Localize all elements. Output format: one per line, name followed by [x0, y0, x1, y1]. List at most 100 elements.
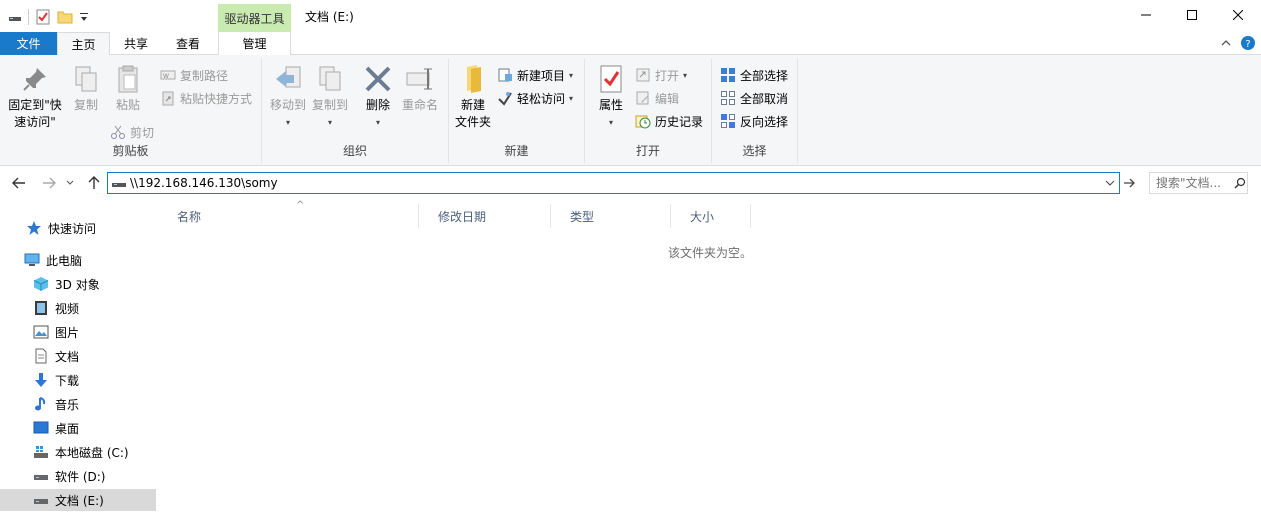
recent-locations-button[interactable]	[64, 175, 76, 191]
column-header-name[interactable]: ^ 名称	[158, 200, 419, 228]
desktop-icon	[33, 421, 49, 434]
search-box[interactable]	[1149, 172, 1248, 194]
search-icon	[1234, 177, 1246, 189]
cube-3d-icon	[33, 277, 49, 291]
copy-to-button[interactable]: 复制到 ▾	[308, 63, 352, 131]
address-input[interactable]	[130, 174, 1090, 192]
qat-dropdown-icon[interactable]	[79, 10, 89, 24]
nav-label-drive-e: 文档 (E:)	[55, 493, 104, 508]
copy-label: 复制	[73, 98, 98, 112]
easy-access-button[interactable]: 轻松访问 ▾	[497, 88, 573, 108]
go-button[interactable]	[1121, 172, 1139, 194]
search-input[interactable]	[1156, 176, 1234, 190]
empty-folder-message: 该文件夹为空。	[668, 246, 753, 260]
back-button[interactable]	[10, 175, 28, 191]
tab-manage[interactable]: 管理	[218, 32, 291, 55]
maximize-icon	[1187, 10, 1197, 20]
minimize-button[interactable]	[1123, 0, 1169, 30]
computer-icon	[24, 253, 40, 266]
paste-button[interactable]: 粘贴	[110, 63, 146, 114]
delete-x-icon	[365, 66, 391, 92]
up-arrow-icon	[88, 176, 100, 189]
rename-button[interactable]: 重命名	[398, 63, 442, 114]
edit-label: 编辑	[655, 91, 680, 106]
nav-item-drive-e[interactable]: 文档 (E:)	[0, 489, 156, 511]
edit-button[interactable]: 编辑	[635, 88, 679, 108]
maximize-button[interactable]	[1169, 0, 1215, 30]
properties-icon	[600, 65, 622, 93]
select-all-button[interactable]: 全部选择	[720, 65, 788, 85]
nav-label-drive-d: 软件 (D:)	[55, 469, 106, 484]
column-header-type-label: 类型	[570, 209, 595, 224]
copy-path-button[interactable]: W 复制路径	[160, 65, 228, 85]
up-button[interactable]	[85, 175, 103, 191]
move-to-label: 移动到	[269, 98, 306, 112]
open-button[interactable]: 打开 ▾	[635, 65, 687, 85]
new-group: 新建 文件夹 新建项目 ▾ 轻松访问 ▾ 新建	[449, 59, 585, 163]
chevron-down-icon	[66, 180, 74, 185]
cut-label: 剪切	[130, 125, 155, 140]
tab-file[interactable]: 文件	[0, 32, 57, 55]
move-to-caret: ▾	[285, 118, 290, 127]
drive-icon[interactable]	[8, 10, 22, 24]
pin-quick-access-button[interactable]: 固定到"快 速访问"	[6, 63, 64, 131]
forward-button[interactable]	[40, 175, 58, 191]
delete-button[interactable]: 删除 ▾	[360, 63, 396, 131]
new-folder-icon[interactable]	[57, 9, 73, 25]
nav-item-drive-c[interactable]: 本地磁盘 (C:)	[0, 441, 156, 463]
column-header-size[interactable]: 大小	[671, 204, 751, 228]
move-to-button[interactable]: 移动到 ▾	[266, 63, 310, 131]
nav-item-desktop[interactable]: 桌面	[0, 417, 156, 439]
tab-share[interactable]: 共享	[112, 32, 160, 55]
nav-item-quick-access[interactable]: 快速访问	[0, 217, 156, 239]
nav-label-quick-access: 快速访问	[48, 221, 97, 236]
collapse-ribbon-icon[interactable]	[1221, 39, 1231, 47]
paste-shortcut-button[interactable]: 粘贴快捷方式	[160, 88, 252, 108]
svg-text:W: W	[163, 73, 169, 80]
nav-item-documents[interactable]: 文档	[0, 345, 156, 367]
file-list: ^ 名称 修改日期 类型 大小 该文件夹为空。	[158, 200, 1261, 517]
nav-item-pictures[interactable]: 图片	[0, 321, 156, 343]
properties-check-icon[interactable]	[35, 9, 51, 25]
close-icon	[1233, 10, 1243, 20]
copy-button[interactable]: 复制	[68, 63, 104, 114]
paste-icon	[118, 65, 138, 93]
nav-item-music[interactable]: 音乐	[0, 393, 156, 415]
history-icon	[635, 115, 651, 129]
address-dropdown-button[interactable]	[1103, 175, 1117, 191]
copy-path-icon: W	[160, 70, 176, 80]
rename-icon	[406, 68, 432, 90]
properties-button[interactable]: 属性 ▾	[593, 63, 629, 131]
minimize-icon	[1141, 14, 1151, 16]
nav-item-3d-objects[interactable]: 3D 对象	[0, 273, 156, 295]
column-header-type[interactable]: 类型	[551, 204, 671, 228]
address-bar[interactable]	[107, 172, 1120, 194]
column-header-date-modified[interactable]: 修改日期	[419, 204, 551, 228]
ribbon-tabs: 文件 主页 共享 查看 管理 ?	[0, 32, 1261, 56]
help-icon[interactable]: ?	[1241, 36, 1255, 50]
open-caret: ▾	[683, 70, 688, 80]
open-icon	[636, 68, 650, 82]
invert-selection-button[interactable]: 反向选择	[720, 111, 788, 131]
nav-item-this-pc[interactable]: 此电脑	[0, 249, 156, 271]
organize-group-label: 组织	[342, 144, 367, 158]
cut-button[interactable]: 剪切	[110, 122, 154, 142]
navigation-bar	[0, 166, 1261, 200]
tab-home[interactable]: 主页	[57, 32, 110, 56]
new-folder-button[interactable]: 新建 文件夹	[453, 63, 493, 131]
new-item-button[interactable]: 新建项目 ▾	[497, 65, 573, 85]
nav-item-videos[interactable]: 视频	[0, 297, 156, 319]
nav-item-drive-d[interactable]: 软件 (D:)	[0, 465, 156, 487]
pin-label-line2: 速访问"	[14, 115, 56, 129]
nav-item-downloads[interactable]: 下载	[0, 369, 156, 391]
tab-view[interactable]: 查看	[162, 32, 214, 55]
open-group: 属性 ▾ 打开 ▾ 编辑 历史记录 打开	[585, 59, 712, 163]
navigation-pane: 快速访问 此电脑 3D 对象 视频 图片 文档 下载 音乐 桌面 本地磁盘 (C…	[0, 200, 158, 517]
ribbon: 固定到"快 速访问" 复制 粘贴 W 复制路径 粘贴快捷方式 剪切 剪贴板 移动…	[0, 55, 1261, 166]
easy-access-caret: ▾	[569, 93, 574, 103]
music-note-icon	[35, 397, 46, 411]
paste-shortcut-icon	[162, 91, 174, 106]
close-button[interactable]	[1215, 0, 1261, 30]
select-none-button[interactable]: 全部取消	[720, 88, 788, 108]
history-button[interactable]: 历史记录	[635, 111, 703, 131]
